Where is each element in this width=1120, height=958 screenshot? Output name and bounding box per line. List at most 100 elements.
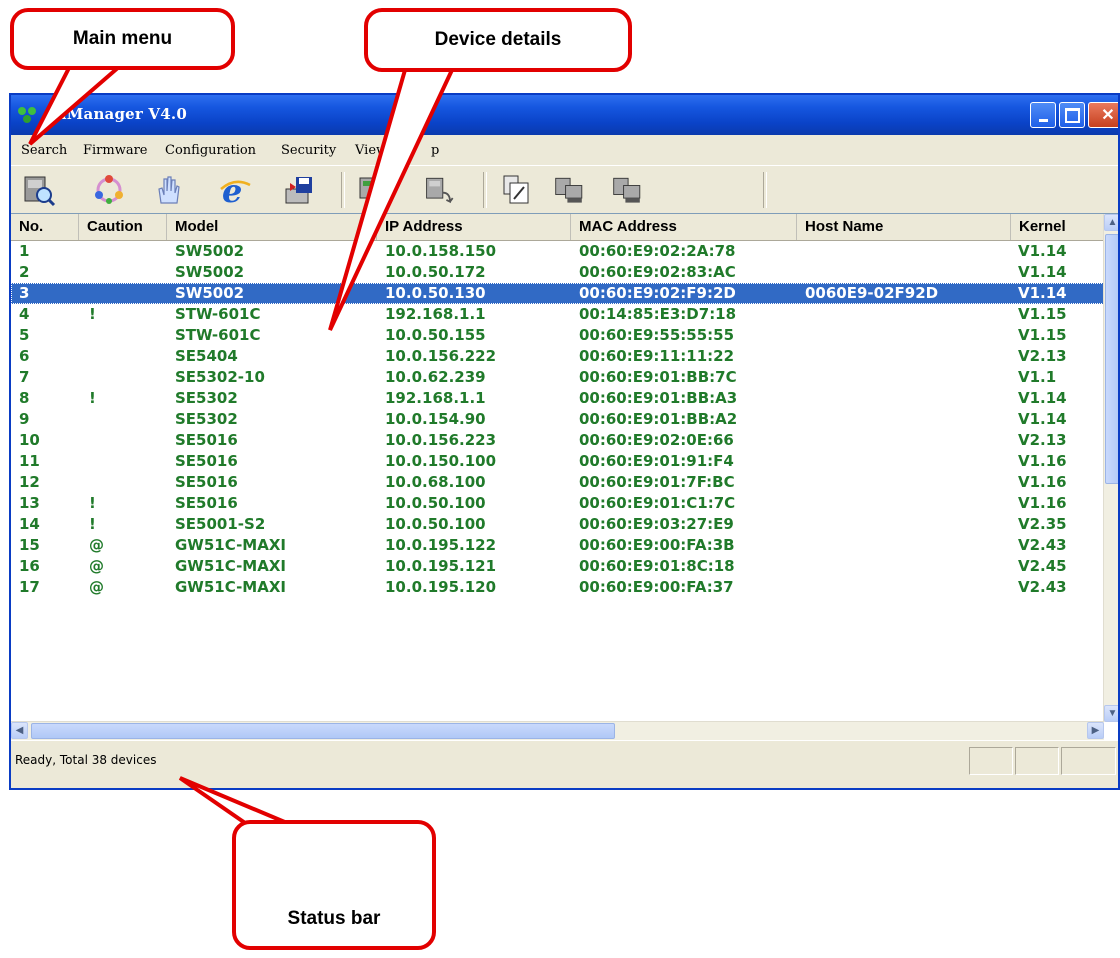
menu-search[interactable]: Search [21,143,67,158]
cell-caution: @ [89,578,104,596]
device-list[interactable]: No. Caution Model IP Address MAC Address… [11,213,1118,741]
device-network-icon [555,177,583,203]
cell-mac: 00:60:E9:55:55:55 [579,326,735,344]
cell-caution [89,283,169,304]
table-row[interactable]: 10 SE5016 10.0.156.223 00:60:E9:02:0E:66 V2.… [11,430,1104,451]
menu-view[interactable]: View [355,143,387,158]
svg-text:e: e [222,173,242,207]
cell-mac: 00:60:E9:01:8C:18 [579,557,735,575]
menu-configuration[interactable]: Configuration [165,143,256,158]
search-devices-icon [24,176,56,207]
cell-ip: 10.0.158.150 [385,242,497,260]
column-kernel[interactable]: Kernel [1011,214,1104,240]
cell-no: 6 [19,347,30,365]
cell-caution [89,451,169,472]
cell-caution: ! [89,389,96,407]
column-host-name[interactable]: Host Name [797,214,1011,240]
cell-ip: 192.168.1.1 [385,389,486,407]
cell-host [805,514,1015,535]
cell-kernel: V2.43 [1018,536,1067,554]
table-row[interactable]: 15 @ GW51C-MAXI 10.0.195.122 00:60:E9:00:FA:… [11,535,1104,556]
table-row[interactable]: 13! SE5016 10.0.50.100 00:60:E9:01:C1:7C V1.… [11,493,1104,514]
cell-mac: 00:14:85:E3:D7:18 [579,305,737,323]
cell-caution [89,367,169,388]
title-bar[interactable]: ialManager V4.0 ✕ [11,95,1118,135]
cell-ip: 10.0.50.100 [385,515,486,533]
cell-ip: 10.0.150.100 [385,452,497,470]
edit-config-button[interactable] [499,172,535,208]
network-button[interactable] [91,172,127,208]
cell-kernel: V2.45 [1018,557,1067,575]
table-row[interactable]: 9 SE5302 10.0.154.90 00:60:E9:01:BB:A2 V1.14 [11,409,1104,430]
scroll-down-button[interactable]: ▼ [1104,705,1118,722]
cell-mac: 00:60:E9:01:BB:A3 [579,389,738,407]
table-row[interactable]: 3 SW5002 10.0.50.130 00:60:E9:02:F9:2D 0060E… [11,283,1104,304]
locate-button[interactable] [149,172,185,208]
column-mac-address[interactable]: MAC Address [571,214,797,240]
chevron-left-icon: ◀ [15,725,24,736]
network-config-2-button[interactable] [611,172,647,208]
device-upgrade-icon [359,177,377,199]
toolbar: e [11,165,1118,215]
cell-caution: ! [89,515,96,533]
export-button[interactable] [423,172,459,208]
column-model[interactable]: Model [167,214,377,240]
save-config-button[interactable] [281,172,317,208]
table-row[interactable]: 6 SE5404 10.0.156.222 00:60:E9:11:11:22 V2.1… [11,346,1104,367]
menu-help[interactable]: p [431,143,439,158]
upgrade-button[interactable] [355,172,391,208]
network-config-button[interactable] [553,172,589,208]
cell-host: 0060E9-02F92D [805,284,939,302]
cell-model: SW5002 [175,284,245,302]
cell-kernel: V1.1 [1018,368,1057,386]
scroll-left-button[interactable]: ◀ [11,722,28,739]
cell-ip: 10.0.156.223 [385,431,497,449]
device-export-icon [426,177,454,204]
vertical-scrollbar[interactable]: ▲ ▼ [1103,214,1118,722]
close-button[interactable]: ✕ [1088,102,1118,128]
cell-kernel: V1.14 [1018,242,1067,260]
vertical-scroll-thumb[interactable] [1105,234,1118,484]
cell-model: SE5016 [175,473,238,491]
cell-caution [89,241,169,262]
cell-mac: 00:60:E9:02:83:AC [579,263,736,281]
minimize-button[interactable] [1030,102,1056,128]
column-header-row: No. Caution Model IP Address MAC Address… [11,214,1104,241]
search-devices-button[interactable] [21,172,57,208]
table-row[interactable]: 5 STW-601C 10.0.50.155 00:60:E9:55:55:55 V1.… [11,325,1104,346]
cell-caution: @ [89,536,104,554]
table-row[interactable]: 4! STW-601C 192.168.1.1 00:14:85:E3:D7:18 V1… [11,304,1104,325]
horizontal-scroll-thumb[interactable] [31,723,615,739]
table-row[interactable]: 12 SE5016 10.0.68.100 00:60:E9:01:7F:BC V1.1… [11,472,1104,493]
cell-ip: 10.0.62.239 [385,368,486,386]
table-row[interactable]: 7 SE5302-10 10.0.62.239 00:60:E9:01:BB:7C V1… [11,367,1104,388]
cell-model: SE5302-10 [175,368,265,386]
cell-caution [89,409,169,430]
column-caution[interactable]: Caution [79,214,167,240]
table-row[interactable]: 8! SE5302 192.168.1.1 00:60:E9:01:BB:A3 V1.1… [11,388,1104,409]
serial-manager-window: ialManager V4.0 ✕ Search Firmware Config… [9,93,1120,790]
cell-kernel: V2.35 [1018,515,1067,533]
menu-firmware[interactable]: Firmware [83,143,148,158]
column-no[interactable]: No. [11,214,79,240]
cell-model: SE5001-S2 [175,515,266,533]
scroll-up-button[interactable]: ▲ [1104,214,1118,231]
table-row[interactable]: 2 SW5002 10.0.50.172 00:60:E9:02:83:AC V1.14 [11,262,1104,283]
menu-security[interactable]: Security [281,143,336,158]
cell-mac: 00:60:E9:02:0E:66 [579,431,734,449]
cell-mac: 00:60:E9:11:11:22 [579,347,735,365]
cell-caution [89,262,169,283]
column-ip-address[interactable]: IP Address [377,214,571,240]
horizontal-scrollbar[interactable]: ◀ ▶ [11,721,1104,740]
table-row[interactable]: 11 SE5016 10.0.150.100 00:60:E9:01:91:F4 V1.… [11,451,1104,472]
cell-kernel: V1.15 [1018,326,1067,344]
table-row[interactable]: 1 SW5002 10.0.158.150 00:60:E9:02:2A:78 V1.1… [11,241,1104,262]
table-row[interactable]: 17 @ GW51C-MAXI 10.0.195.120 00:60:E9:00:FA:… [11,577,1104,598]
cell-no: 4 [19,305,30,323]
table-row[interactable]: 16 @ GW51C-MAXI 10.0.195.121 00:60:E9:01:8C:… [11,556,1104,577]
table-row[interactable]: 14! SE5001-S2 10.0.50.100 00:60:E9:03:27:E9… [11,514,1104,535]
cell-caution [89,472,169,493]
scroll-right-button[interactable]: ▶ [1087,722,1104,739]
web-console-button[interactable]: e [217,172,253,208]
maximize-button[interactable] [1059,102,1085,128]
